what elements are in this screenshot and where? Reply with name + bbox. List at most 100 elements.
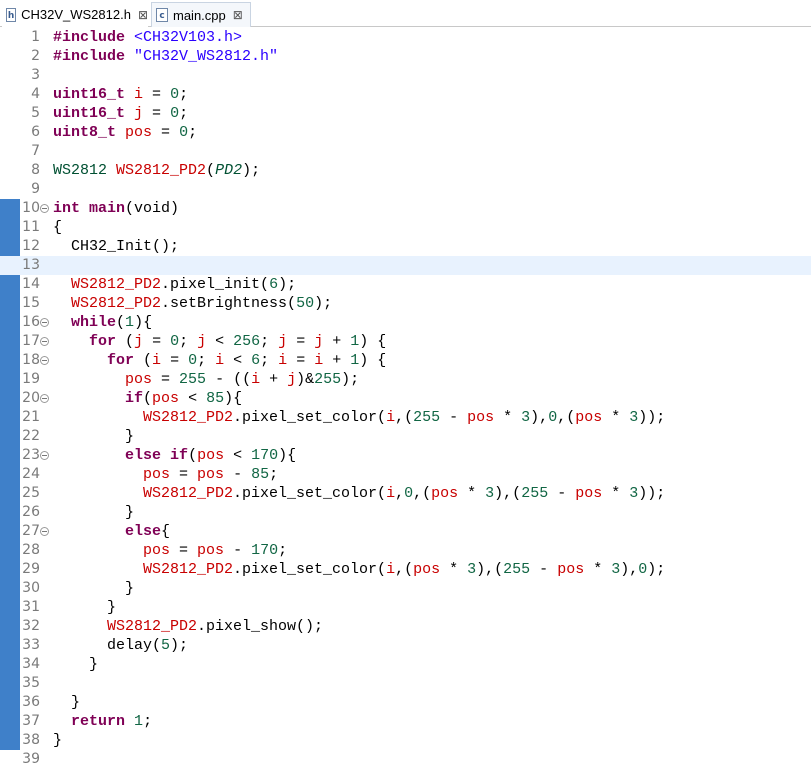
code-line[interactable]: 17 for (j = 0; j < 256; j = j + 1) { <box>0 332 811 351</box>
code-line[interactable]: 32 WS2812_PD2.pixel_show(); <box>0 617 811 636</box>
code-line[interactable]: 27 else{ <box>0 522 811 541</box>
code-text: uint8_t pos = 0; <box>53 123 197 142</box>
code-token: ); <box>647 561 666 578</box>
code-editor[interactable]: 1 #include <CH32V103.h> 2 #include "CH32V_W… <box>0 27 811 770</box>
code-token: pos <box>413 561 441 578</box>
fold-collapse-icon[interactable] <box>40 318 49 327</box>
code-token: ( <box>134 352 153 369</box>
line-number: 4 <box>31 86 40 102</box>
code-token: 3 <box>629 485 639 502</box>
code-token: < <box>206 333 234 350</box>
code-line[interactable]: 21 WS2812_PD2.pixel_set_color(i,(255 - p… <box>0 408 811 427</box>
code-text: for (i = 0; i < 6; i = i + 1) { <box>53 351 386 370</box>
code-line[interactable]: 11 { <box>0 218 811 237</box>
line-number: 31 <box>22 599 40 615</box>
code-token: - <box>224 542 252 559</box>
code-token: WS2812_PD2 <box>71 276 162 293</box>
code-token: WS2812_PD2 <box>143 409 234 426</box>
code-token: #include <box>53 48 126 65</box>
code-text: pos = pos - 85; <box>53 465 278 484</box>
close-icon[interactable]: ⊠ <box>138 8 148 22</box>
code-token: delay( <box>53 637 162 654</box>
code-token: pos <box>125 124 153 141</box>
code-line[interactable]: 18 for (i = 0; i < 6; i = i + 1) { <box>0 351 811 370</box>
code-line[interactable]: 22 } <box>0 427 811 446</box>
code-line[interactable]: 37 return 1; <box>0 712 811 731</box>
code-token: for <box>89 333 117 350</box>
code-line[interactable]: 12 CH32_Init(); <box>0 237 811 256</box>
code-line[interactable]: 36 } <box>0 693 811 712</box>
code-token: j <box>314 333 324 350</box>
code-token: - <box>224 466 252 483</box>
code-token: 255 <box>503 561 531 578</box>
code-line[interactable]: 3 <box>0 66 811 85</box>
fold-collapse-icon[interactable] <box>40 527 49 536</box>
code-token: 3 <box>611 561 621 578</box>
code-line[interactable]: 34 } <box>0 655 811 674</box>
code-line[interactable]: 9 <box>0 180 811 199</box>
code-text: } <box>53 655 98 674</box>
code-line[interactable]: 14 WS2812_PD2.pixel_init(6); <box>0 275 811 294</box>
fold-collapse-icon[interactable] <box>40 394 49 403</box>
code-line[interactable]: 16 while(1){ <box>0 313 811 332</box>
tab-main-cpp[interactable]: c main.cpp ⊠ <box>151 2 251 27</box>
code-line[interactable]: 24 pos = pos - 85; <box>0 465 811 484</box>
code-line[interactable]: 23 else if(pos < 170){ <box>0 446 811 465</box>
tab-label: main.cpp <box>173 7 226 23</box>
code-line[interactable]: 4 uint16_t i = 0; <box>0 85 811 104</box>
code-line[interactable]: 20 if(pos < 85){ <box>0 389 811 408</box>
code-token: 3 <box>521 409 531 426</box>
code-token: <CH32V103.h> <box>134 29 243 46</box>
code-line[interactable]: 7 <box>0 142 811 161</box>
code-text: delay(5); <box>53 636 188 655</box>
code-line[interactable]: 13 <box>0 256 811 275</box>
code-token: ){ <box>224 390 243 407</box>
line-number: 10 <box>22 200 40 216</box>
code-line[interactable]: 6 uint8_t pos = 0; <box>0 123 811 142</box>
code-token: ; <box>179 86 189 103</box>
code-line[interactable]: 31 } <box>0 598 811 617</box>
code-token: ); <box>341 371 360 388</box>
fold-collapse-icon[interactable] <box>40 356 49 365</box>
code-line[interactable]: 5 uint16_t j = 0; <box>0 104 811 123</box>
fold-collapse-icon[interactable] <box>40 451 49 460</box>
code-token: pos <box>197 447 225 464</box>
code-line[interactable]: 15 WS2812_PD2.setBrightness(50); <box>0 294 811 313</box>
code-line[interactable]: 2 #include "CH32V_WS2812.h" <box>0 47 811 66</box>
fold-collapse-icon[interactable] <box>40 204 49 213</box>
code-text: } <box>53 579 134 598</box>
code-line[interactable]: 35 <box>0 674 811 693</box>
fold-collapse-icon[interactable] <box>40 337 49 346</box>
code-line[interactable]: 33 delay(5); <box>0 636 811 655</box>
code-line[interactable]: 38} <box>0 731 811 750</box>
code-line[interactable]: 25 WS2812_PD2.pixel_set_color(i,0,(pos *… <box>0 484 811 503</box>
code-line[interactable]: 26 } <box>0 503 811 522</box>
code-line[interactable]: 1 #include <CH32V103.h> <box>0 28 811 47</box>
tab-ch32v-ws2812-h[interactable]: h CH32V_WS2812.h ⊠ <box>2 2 148 27</box>
code-token: < <box>224 447 252 464</box>
code-token: ) { <box>359 333 387 350</box>
code-token: < <box>224 352 252 369</box>
code-line[interactable]: 29 WS2812_PD2.pixel_set_color(i,(pos * 3… <box>0 560 811 579</box>
code-line[interactable]: 39 <box>0 750 811 769</box>
code-line[interactable]: 19 pos = 255 - ((i + j)&255); <box>0 370 811 389</box>
code-line[interactable]: 10 int main(void) <box>0 199 811 218</box>
line-number: 22 <box>22 428 40 444</box>
code-token: 255 <box>314 371 342 388</box>
code-text: CH32_Init(); <box>53 237 179 256</box>
code-line[interactable]: 28 pos = pos - 170; <box>0 541 811 560</box>
code-line[interactable]: 8 WS2812 WS2812_PD2(PD2); <box>0 161 811 180</box>
code-text: WS2812_PD2.pixel_set_color(i,0,(pos * 3)… <box>53 484 665 503</box>
code-token: pos <box>143 542 171 559</box>
code-line[interactable]: 30 } <box>0 579 811 598</box>
code-token: 0 <box>170 86 180 103</box>
close-icon[interactable]: ⊠ <box>233 8 243 22</box>
code-token: ( <box>206 162 216 179</box>
